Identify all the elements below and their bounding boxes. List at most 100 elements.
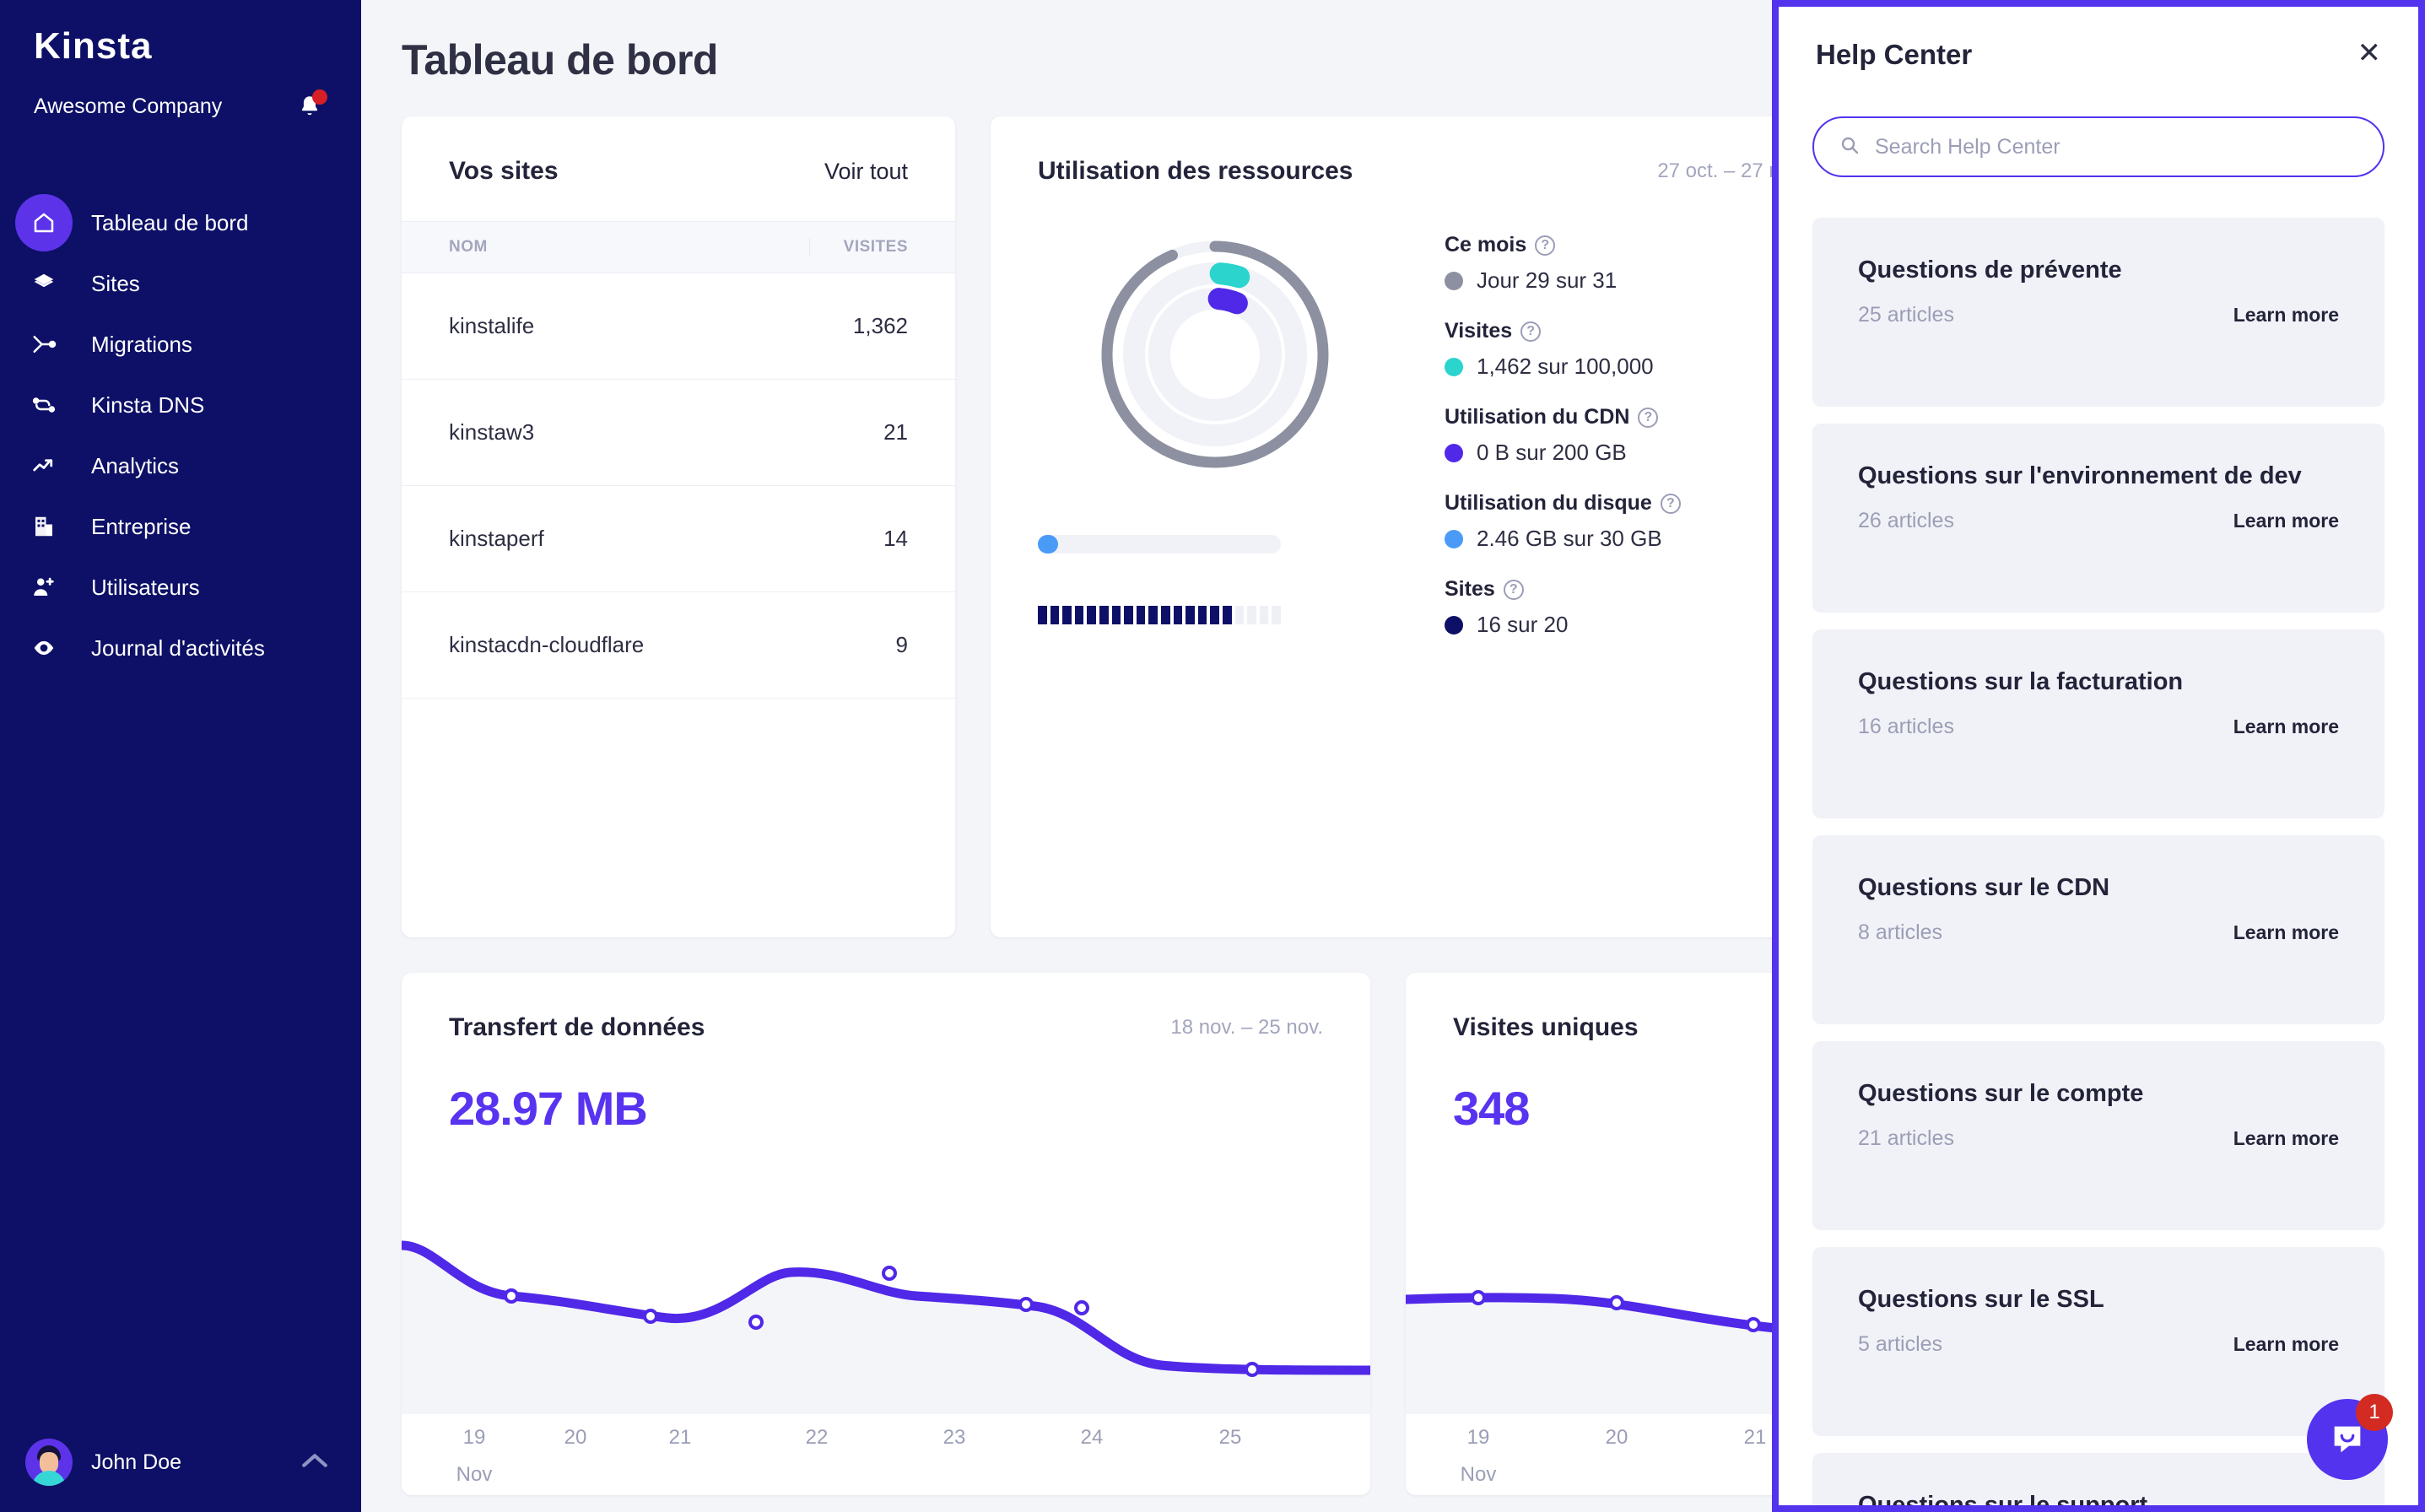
sidebar-item-label: Tableau de bord bbox=[91, 209, 249, 235]
resource-usage-body: Ce mois ? Jour 29 sur 31 Visites ? 1,462… bbox=[991, 221, 1853, 663]
axis-tick: 25 bbox=[1218, 1426, 1242, 1449]
segment bbox=[1197, 606, 1207, 624]
data-transfer-axis: 19 Nov 20 21 22 23 24 25 bbox=[402, 1414, 1370, 1495]
company-name: Awesome Company bbox=[34, 94, 223, 118]
help-center-search[interactable] bbox=[1812, 116, 2384, 177]
axis-tick: 22 bbox=[805, 1426, 829, 1449]
help-circle-icon[interactable]: ? bbox=[1535, 235, 1556, 256]
legend-label: Sites bbox=[1445, 577, 1495, 601]
site-name: kinstacdn-cloudflare bbox=[449, 632, 645, 657]
segment bbox=[1222, 606, 1232, 624]
chat-widget-button[interactable]: 1 bbox=[2307, 1394, 2393, 1480]
legend-value: 0 B sur 200 GB bbox=[1477, 440, 1627, 465]
legend-color-dot bbox=[1445, 615, 1463, 634]
dns-icon bbox=[15, 376, 73, 434]
brand-logo[interactable]: Kinsta bbox=[0, 0, 361, 68]
axis-tick: 23 bbox=[942, 1426, 966, 1449]
help-article-title: Questions sur le compte bbox=[1858, 1080, 2144, 1107]
card-title: Vos sites bbox=[449, 157, 559, 185]
search-input[interactable] bbox=[1875, 134, 2357, 159]
card-header: Utilisation des ressources 27 oct. – 27 … bbox=[991, 116, 1853, 221]
table-row[interactable]: kinstaperf 14 bbox=[402, 486, 955, 592]
chart-point bbox=[748, 1315, 764, 1330]
site-visits: 9 bbox=[895, 632, 908, 657]
learn-more-link[interactable]: Learn more bbox=[2233, 1127, 2339, 1150]
learn-more-link[interactable]: Learn more bbox=[2233, 716, 2339, 738]
learn-more-link[interactable]: Learn more bbox=[2233, 304, 2339, 327]
sidebar-item-sites[interactable]: Sites bbox=[0, 253, 361, 314]
chart-point bbox=[504, 1288, 519, 1304]
sidebar: Kinsta Awesome Company Tableau de bord S… bbox=[0, 0, 361, 1512]
segment bbox=[1074, 606, 1084, 624]
help-article-title: Questions sur le CDN bbox=[1858, 874, 2110, 901]
sidebar-item-label: Migrations bbox=[91, 331, 192, 357]
segment bbox=[1247, 606, 1256, 624]
learn-more-link[interactable]: Learn more bbox=[2233, 921, 2339, 944]
sidebar-item-label: Analytics bbox=[91, 452, 180, 478]
help-center-title: Help Center bbox=[1816, 39, 1973, 70]
segment bbox=[1124, 606, 1133, 624]
chart-point bbox=[1609, 1295, 1624, 1310]
disk-usage-progress-fill bbox=[1038, 535, 1058, 554]
view-all-link[interactable]: Voir tout bbox=[824, 159, 908, 185]
chart-point bbox=[1245, 1362, 1260, 1377]
chevron-up-icon bbox=[300, 1451, 329, 1474]
sidebar-item-entreprise[interactable]: Entreprise bbox=[0, 496, 361, 557]
sidebar-item-analytics[interactable]: Analytics bbox=[0, 435, 361, 496]
help-circle-icon[interactable]: ? bbox=[1660, 493, 1681, 514]
help-article-card[interactable]: Questions sur l'environnement de dev 26 … bbox=[1812, 424, 2384, 613]
card-header: Vos sites Voir tout bbox=[402, 116, 955, 221]
resource-usage-card: Utilisation des ressources 27 oct. – 27 … bbox=[991, 116, 1853, 937]
segment bbox=[1111, 606, 1121, 624]
legend-item-disque: Utilisation du disque ? 2.46 GB sur 30 G… bbox=[1445, 491, 1681, 552]
help-circle-icon[interactable]: ? bbox=[1503, 579, 1524, 600]
legend-color-dot bbox=[1445, 271, 1463, 290]
table-row[interactable]: kinstaw3 21 bbox=[402, 380, 955, 486]
card-title: Utilisation des ressources bbox=[1038, 157, 1353, 185]
site-visits: 1,362 bbox=[852, 313, 908, 338]
help-article-card[interactable]: Questions sur le CDN 8 articles Learn mo… bbox=[1812, 835, 2384, 1024]
notifications-button[interactable] bbox=[294, 89, 327, 123]
help-article-card[interactable]: Questions sur le compte 21 articles Lear… bbox=[1812, 1041, 2384, 1230]
company-row: Awesome Company bbox=[0, 89, 361, 123]
help-article-card[interactable]: Questions de prévente 25 articles Learn … bbox=[1812, 218, 2384, 407]
help-article-title: Questions sur le support bbox=[1858, 1492, 2148, 1512]
layers-icon bbox=[15, 255, 73, 312]
segment bbox=[1210, 606, 1219, 624]
legend-label: Visites bbox=[1445, 319, 1513, 343]
help-article-card[interactable]: Questions sur le SSL 5 articles Learn mo… bbox=[1812, 1247, 2384, 1436]
axis-tick: 20 bbox=[564, 1426, 587, 1449]
help-article-card[interactable]: Questions sur la facturation 16 articles… bbox=[1812, 629, 2384, 818]
your-sites-card: Vos sites Voir tout NOM VISITES kinstali… bbox=[402, 116, 955, 937]
sidebar-item-label: Entreprise bbox=[91, 513, 192, 539]
learn-more-link[interactable]: Learn more bbox=[2233, 510, 2339, 532]
sidebar-item-dashboard[interactable]: Tableau de bord bbox=[0, 192, 361, 253]
sidebar-item-label: Kinsta DNS bbox=[91, 392, 205, 418]
axis-tick: 19 Nov bbox=[456, 1426, 493, 1486]
help-center-article-list: Questions de prévente 25 articles Learn … bbox=[1779, 218, 2418, 1512]
learn-more-link[interactable]: Learn more bbox=[2233, 1333, 2339, 1356]
help-circle-icon[interactable]: ? bbox=[1638, 407, 1659, 428]
home-icon bbox=[15, 194, 73, 251]
sidebar-item-kinsta-dns[interactable]: Kinsta DNS bbox=[0, 375, 361, 435]
legend-label: Utilisation du CDN bbox=[1445, 405, 1630, 429]
help-article-title: Questions de prévente bbox=[1858, 256, 2122, 284]
sidebar-nav: Tableau de bord Sites Migrations Kinsta … bbox=[0, 192, 361, 678]
sidebar-item-migrations[interactable]: Migrations bbox=[0, 314, 361, 375]
sidebar-item-journal-activites[interactable]: Journal d'activités bbox=[0, 618, 361, 678]
legend-item-ce-mois: Ce mois ? Jour 29 sur 31 bbox=[1445, 233, 1681, 294]
user-menu-button[interactable]: John Doe bbox=[0, 1412, 361, 1512]
help-center-header: Help Center ✕ bbox=[1779, 7, 2418, 71]
sidebar-item-utilisateurs[interactable]: Utilisateurs bbox=[0, 557, 361, 618]
help-article-title: Questions sur la facturation bbox=[1858, 668, 2184, 695]
close-icon[interactable]: ✕ bbox=[2357, 39, 2382, 68]
table-row[interactable]: kinstacdn-cloudflare 9 bbox=[402, 592, 955, 699]
help-circle-icon[interactable]: ? bbox=[1520, 321, 1542, 342]
help-article-card[interactable]: Questions sur le support 34 articles Lea… bbox=[1812, 1453, 2384, 1512]
axis-tick: 20 bbox=[1605, 1426, 1628, 1449]
chart-point bbox=[882, 1266, 897, 1281]
resource-legend: Ce mois ? Jour 29 sur 31 Visites ? 1,462… bbox=[1392, 221, 1681, 663]
table-row[interactable]: kinstalife 1,362 bbox=[402, 273, 955, 380]
help-center-panel: Help Center ✕ Questions de prévente 25 a… bbox=[1772, 0, 2425, 1512]
axis-tick: 24 bbox=[1080, 1426, 1104, 1449]
